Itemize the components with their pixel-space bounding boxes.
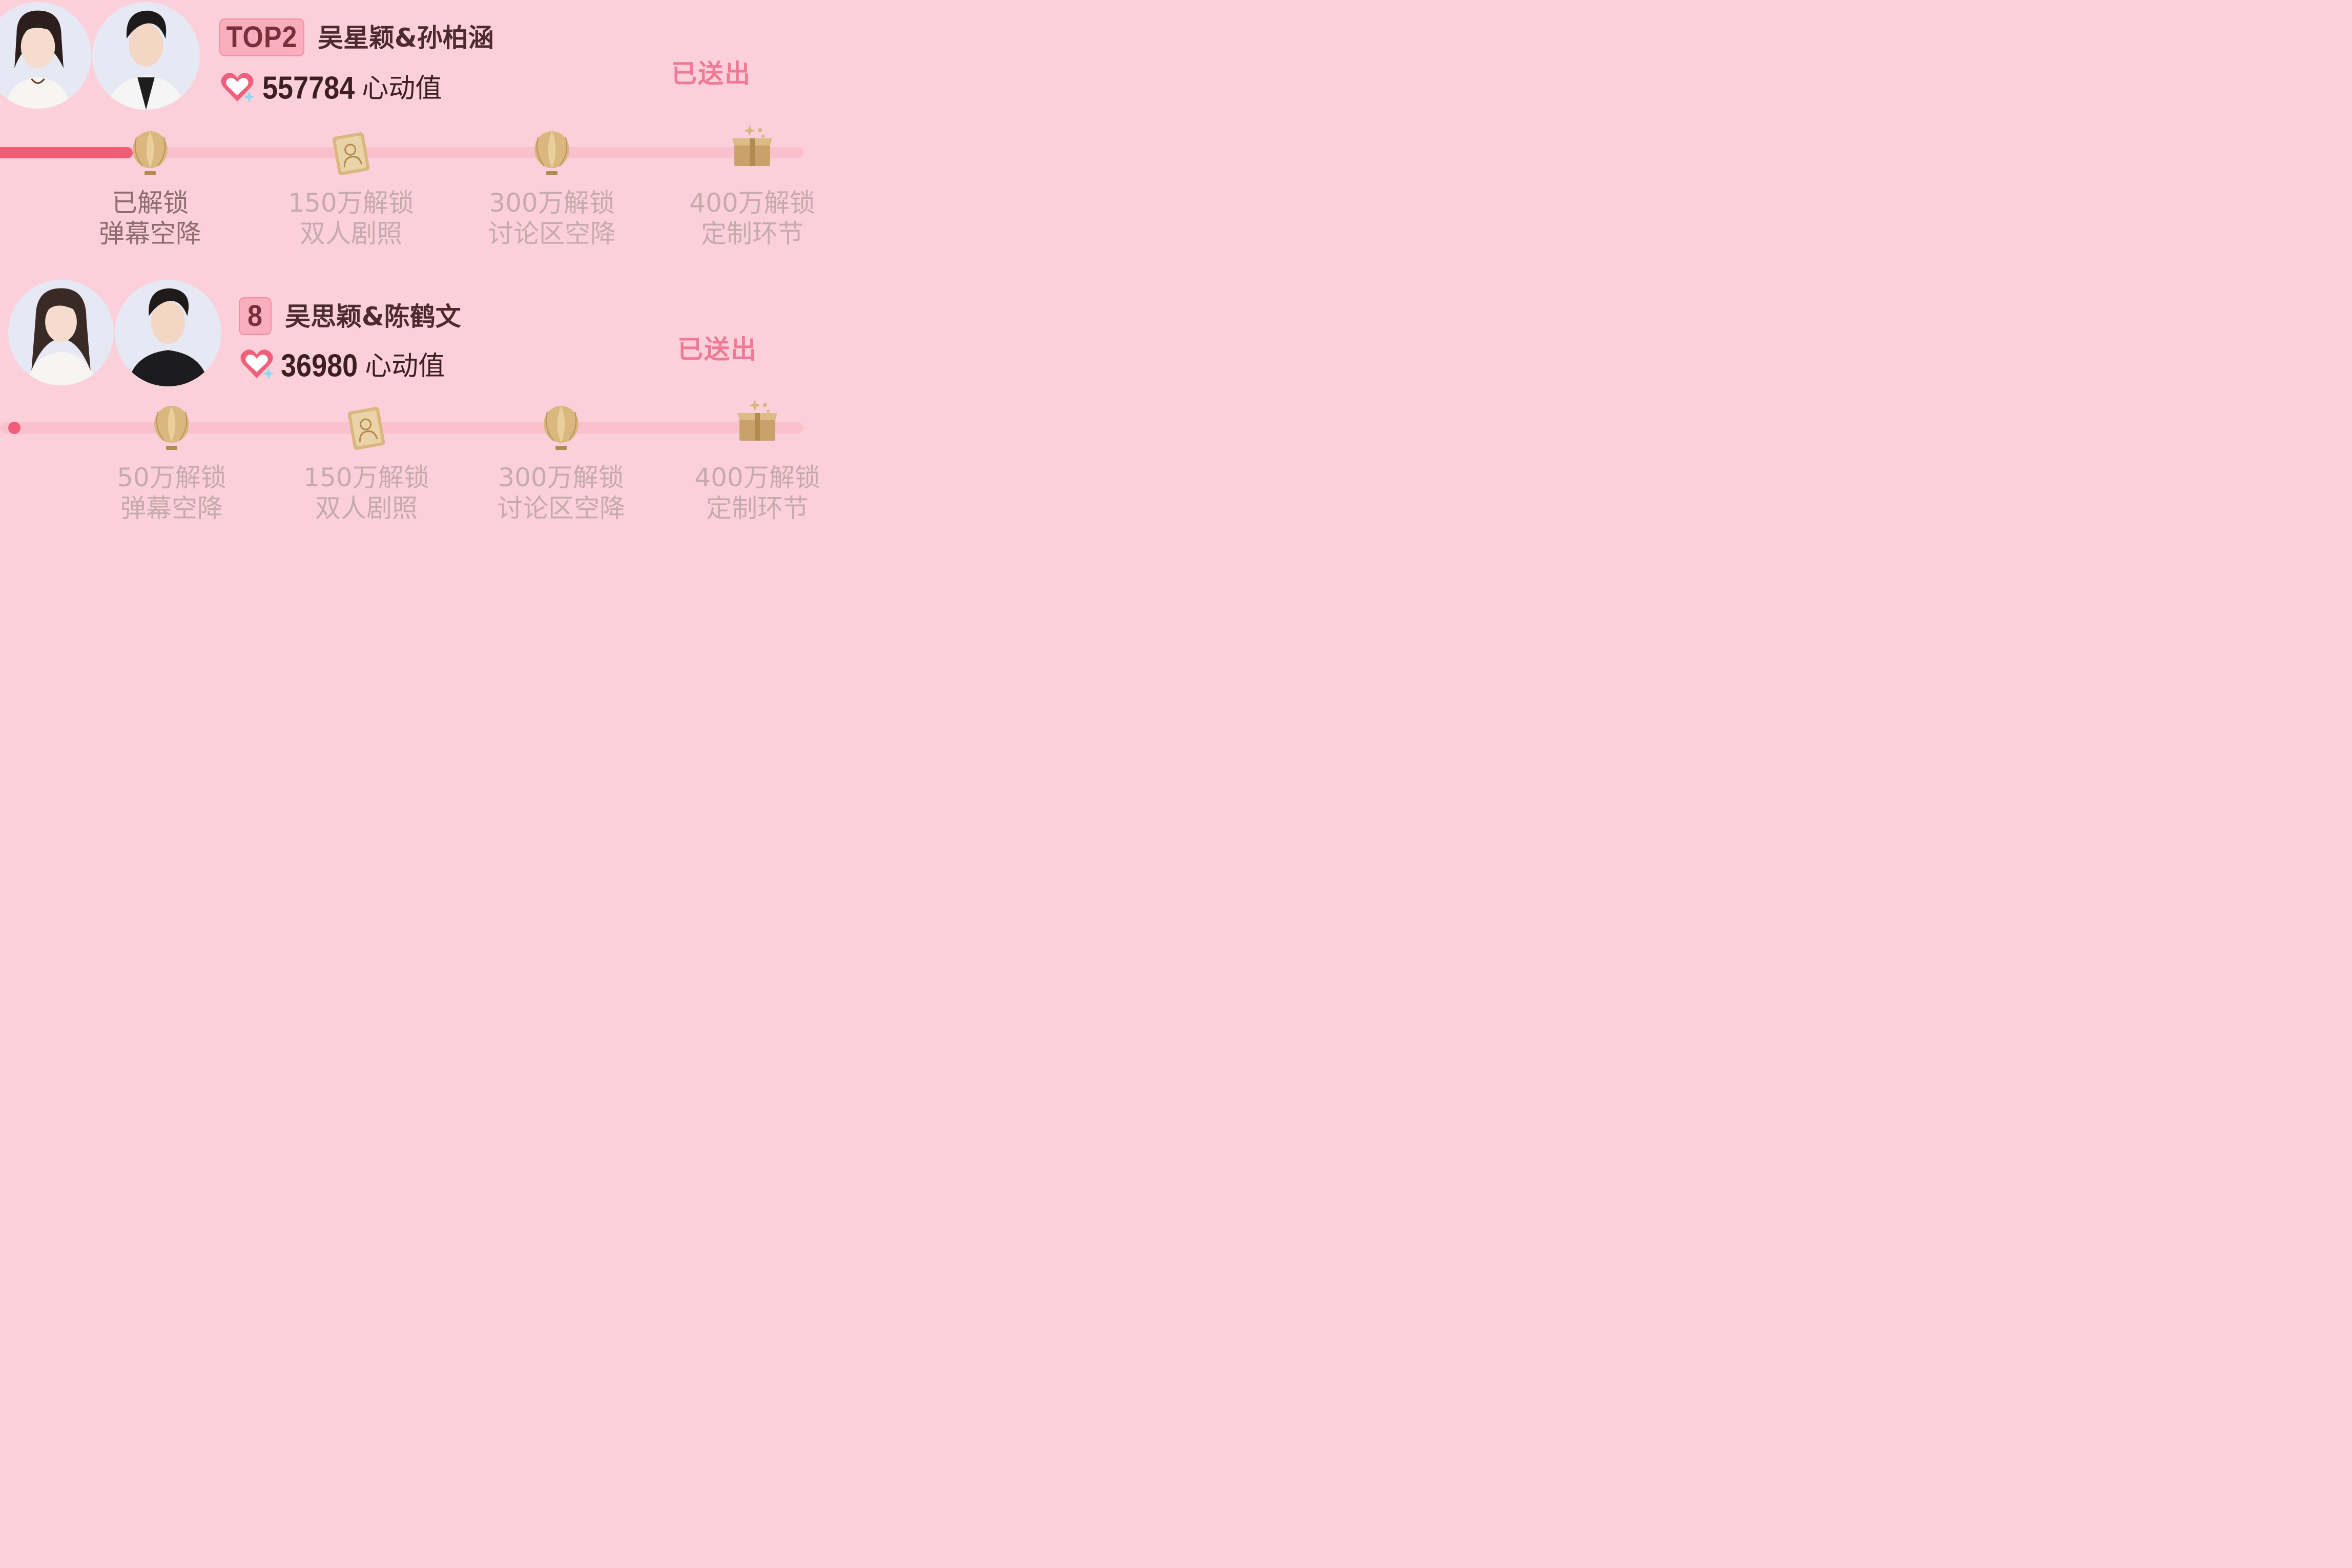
score-unit: 心动值 <box>362 73 442 104</box>
hot-air-balloon-icon <box>154 406 189 450</box>
male-portrait-icon <box>115 280 221 386</box>
milestone-threshold: 150万解锁 <box>288 188 414 218</box>
milestone[interactable]: 300万解锁 讨论区空降 <box>475 130 629 249</box>
score-unit: 心动值 <box>365 351 445 382</box>
milestone[interactable]: 已解锁 弹幕空降 <box>73 130 227 249</box>
milestone-reward: 弹幕空降 <box>99 219 201 249</box>
milestone-threshold: 已解锁 <box>112 188 189 218</box>
couple-card[interactable]: TOP2 吴星颖&孙柏涵 557784 心动值 已送出 已解锁 弹幕空降 150… <box>0 0 815 266</box>
milestone-reward: 双人剧照 <box>315 493 418 523</box>
avatar-female[interactable] <box>0 2 91 109</box>
heart-icon <box>240 349 274 379</box>
couple-name: 吴思颖&陈鹤文 <box>285 302 461 332</box>
photo-card-icon <box>332 132 370 175</box>
milestone-threshold: 300万解锁 <box>498 463 624 492</box>
milestone-reward: 讨论区空降 <box>497 493 625 523</box>
milestone-reward: 定制环节 <box>701 219 803 249</box>
heart-icon <box>221 73 255 102</box>
milestone-threshold: 300万解锁 <box>489 188 615 218</box>
rank-badge: 8 <box>239 297 272 335</box>
milestone-reward: 定制环节 <box>706 493 809 523</box>
milestone-threshold: 150万解锁 <box>303 463 429 492</box>
heart-score: 557784 心动值 <box>262 70 442 111</box>
sent-status: 已送出 <box>671 59 751 89</box>
hot-air-balloon-icon <box>133 131 168 175</box>
avatar-male[interactable] <box>92 2 200 110</box>
gift-box-icon <box>732 125 772 166</box>
score-value: 36980 <box>281 348 358 384</box>
milestone-reward: 弹幕空降 <box>120 493 223 523</box>
milestone-threshold: 50万解锁 <box>117 463 226 492</box>
female-portrait-icon <box>0 2 91 109</box>
milestone-reward: 双人剧照 <box>300 219 402 249</box>
milestone[interactable]: 400万解锁 定制环节 <box>675 123 829 249</box>
progress-start-dot <box>8 422 20 434</box>
milestone[interactable]: 150万解锁 双人剧照 <box>290 405 443 523</box>
rank-badge: TOP2 <box>219 18 304 56</box>
milestone[interactable]: 50万解锁 弹幕空降 <box>95 405 249 523</box>
couple-name: 吴星颖&孙柏涵 <box>318 23 494 53</box>
female-portrait-icon <box>8 280 114 385</box>
milestone-threshold: 400万解锁 <box>689 188 815 218</box>
milestone[interactable]: 150万解锁 双人剧照 <box>274 130 428 249</box>
gift-box-icon <box>737 400 777 441</box>
milestone-reward: 讨论区空降 <box>488 219 616 249</box>
hot-air-balloon-icon <box>544 406 579 450</box>
score-value: 557784 <box>262 70 355 106</box>
milestone[interactable]: 300万解锁 讨论区空降 <box>484 405 638 523</box>
milestone-threshold: 400万解锁 <box>694 463 820 492</box>
heart-score: 36980 心动值 <box>281 348 445 389</box>
avatar-male[interactable] <box>115 280 221 386</box>
sent-status: 已送出 <box>677 335 757 364</box>
hot-air-balloon-icon <box>534 131 569 175</box>
male-portrait-icon <box>92 2 200 110</box>
photo-card-icon <box>347 407 385 450</box>
couple-card[interactable]: 8 吴思颖&陈鹤文 36980 心动值 已送出 50万解锁 弹幕空降 150万解… <box>0 277 820 535</box>
avatar-female[interactable] <box>8 280 114 385</box>
milestone[interactable]: 400万解锁 定制环节 <box>680 398 834 523</box>
